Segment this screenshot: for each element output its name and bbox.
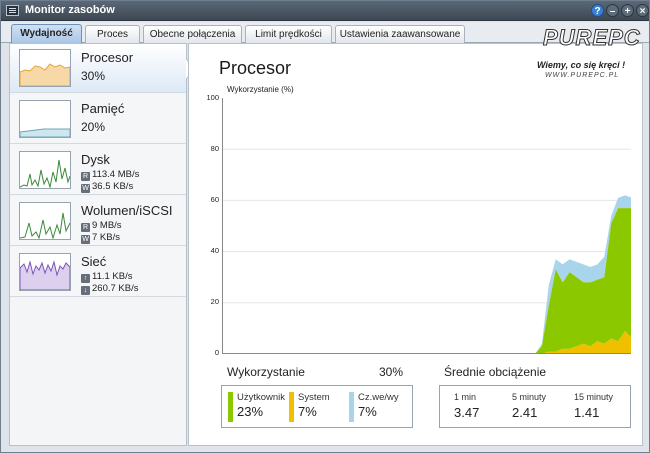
write-badge-icon: W (81, 235, 90, 244)
volume-write: W7 KB/s (81, 232, 120, 244)
user-color-bar (228, 392, 233, 422)
window-title: Monitor zasobów (25, 4, 115, 16)
read-badge-icon: R (81, 223, 90, 232)
resource-item-disk[interactable]: Dysk R 113.4 MB/s W 36.5 KB/s (10, 146, 186, 195)
cpu-usage-plot (223, 148, 631, 353)
monitor-icon (6, 5, 19, 16)
help-icon[interactable]: ? (591, 4, 604, 17)
volume-read: R9 MB/s (81, 220, 122, 232)
watermark-slogan: Wiemy, co się kręci ! (537, 60, 626, 70)
load-5min: 5 minuty 2.41 (512, 392, 547, 420)
resource-name: Wolumen/iSCSI (81, 203, 173, 218)
page-title: Procesor (219, 58, 292, 78)
network-upload: ↑ 11.1 KB/s (81, 271, 133, 283)
write-badge-icon: W (81, 184, 90, 193)
tab-performance[interactable]: Wydajność (11, 24, 82, 44)
io-color-bar (349, 392, 354, 422)
legend-label: Cz.we/wy (358, 392, 399, 403)
series-area-user (535, 208, 631, 353)
purepc-watermark: PUREPC Wiemy, co się kręci ! WWW.PUREPC.… (527, 25, 640, 85)
legend-label: Użytkownik (237, 392, 286, 403)
tab-connections[interactable]: Obecne połączenia (143, 25, 242, 43)
resource-value: 20% (81, 120, 106, 134)
resource-name: Sieć (81, 254, 107, 269)
upload-arrow-icon: ↑ (81, 274, 90, 283)
resource-value: 30% (81, 69, 106, 83)
close-icon[interactable]: × (636, 4, 649, 17)
tab-advanced-settings[interactable]: Ustawienia zaawansowane (335, 25, 465, 43)
tab-process[interactable]: Proces (85, 25, 140, 43)
read-badge-icon: R (81, 172, 90, 181)
y-tick-label: 100 (206, 93, 219, 102)
watermark-url: WWW.PUREPC.PL (545, 72, 620, 79)
legend-value: 7% (358, 404, 377, 419)
cpu-detail-panel: Procesor Wykorzystanie (%) 100 80 60 40 … (188, 43, 643, 446)
resource-item-cpu[interactable]: Procesor 30% (10, 44, 186, 93)
load-average-box: 1 min 3.47 5 minuty 2.41 15 minuty 1.41 (439, 385, 631, 428)
network-download: ↓ 260.7 KB/s (81, 283, 138, 295)
resource-list: Procesor 30% Pamięć 20% Dysk R 113.4 MB/s… (9, 43, 187, 446)
utilization-breakdown: Użytkownik 23% System 7% Cz.we/wy 7% (221, 385, 413, 428)
title-bar: Monitor zasobów ? – + × (1, 1, 649, 21)
load-1min: 1 min 3.47 (454, 392, 480, 420)
resource-monitor-window: Monitor zasobów ? – + × Wydajność Proces… (0, 0, 650, 453)
network-thumbnail-chart (19, 253, 71, 291)
disk-thumbnail-chart (19, 151, 71, 189)
utilization-label: Wykorzystanie (227, 365, 305, 379)
resource-item-memory[interactable]: Pamięć 20% (10, 95, 186, 144)
legend-value: 7% (298, 404, 317, 419)
maximize-icon[interactable]: + (621, 4, 634, 17)
watermark-brand: PUREPC (543, 25, 641, 51)
memory-thumbnail-chart (19, 100, 71, 138)
legend-label: System (298, 392, 330, 403)
utilization-total: 30% (379, 365, 404, 379)
legend-value: 23% (237, 404, 264, 419)
resource-name: Pamięć (81, 101, 125, 116)
y-axis-label: Wykorzystanie (%) (227, 85, 294, 94)
y-tick-label: 80 (210, 144, 219, 153)
resource-name: Procesor (81, 50, 134, 65)
cpu-usage-chart (222, 98, 631, 354)
minimize-icon[interactable]: – (606, 4, 619, 17)
disk-read: R 113.4 MB/s (81, 169, 140, 181)
resource-item-network[interactable]: Sieć ↑ 11.1 KB/s ↓ 260.7 KB/s (10, 248, 186, 297)
load-15min: 15 minuty 1.41 (574, 392, 614, 420)
volume-thumbnail-chart (19, 202, 71, 240)
disk-write: W 36.5 KB/s (81, 181, 134, 193)
system-color-bar (289, 392, 294, 422)
load-average-label: Średnie obciążenie (444, 365, 547, 379)
y-tick-label: 0 (214, 348, 219, 357)
download-arrow-icon: ↓ (81, 286, 90, 295)
tab-speed-limit[interactable]: Limit prędkości (245, 25, 332, 43)
y-tick-label: 60 (210, 195, 219, 204)
y-tick-label: 20 (210, 297, 219, 306)
y-tick-label: 40 (210, 246, 219, 255)
resource-name: Dysk (81, 152, 110, 167)
cpu-thumbnail-chart (19, 49, 71, 87)
resource-item-volume[interactable]: Wolumen/iSCSI R9 MB/s W7 KB/s (10, 197, 186, 246)
